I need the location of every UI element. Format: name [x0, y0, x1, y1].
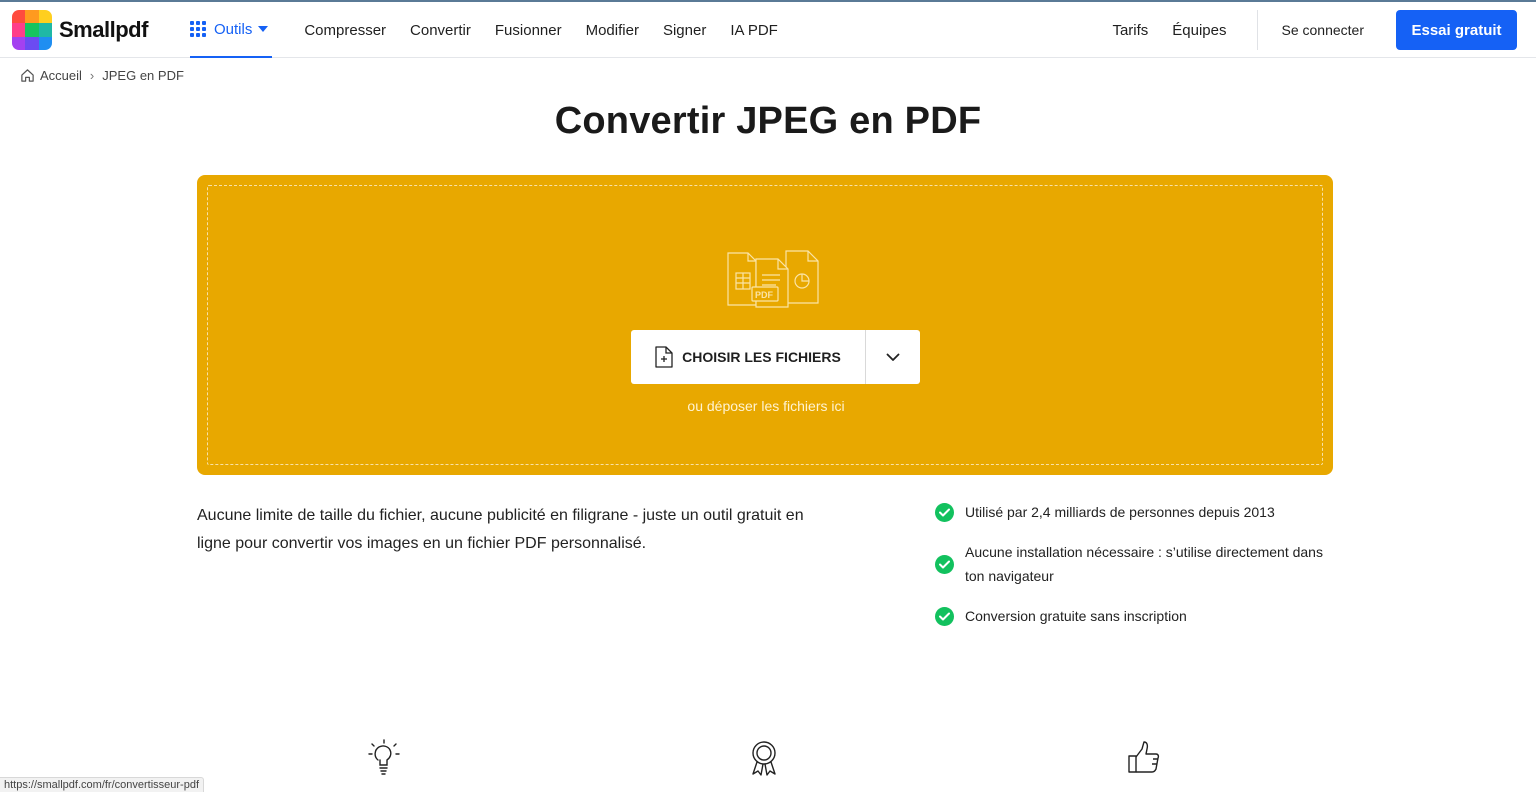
site-header: Smallpdf Outils Compresser Convertir Fus…: [0, 2, 1536, 58]
main-nav: Outils Compresser Convertir Fusionner Mo…: [190, 2, 778, 58]
login-link[interactable]: Se connecter: [1282, 22, 1365, 38]
tool-description: Aucune limite de taille du fichier, aucu…: [197, 507, 804, 552]
breadcrumb-home-link[interactable]: Accueil: [40, 68, 82, 83]
nav-link-signer[interactable]: Signer: [663, 22, 706, 39]
status-bar-url: https://smallpdf.com/fr/convertisseur-pd…: [0, 777, 205, 792]
choose-source-dropdown[interactable]: [866, 330, 919, 384]
breadcrumb-current: JPEG en PDF: [102, 68, 184, 83]
files-pdf-icon: PDF: [727, 250, 819, 308]
pricing-link[interactable]: Tarifs: [1112, 22, 1148, 39]
breadcrumb: Accueil › JPEG en PDF: [20, 68, 184, 83]
nav-link-compresser[interactable]: Compresser: [304, 22, 386, 39]
benefit-item: Conversion gratuite sans inscription: [935, 604, 1187, 628]
lightbulb-icon: [368, 739, 400, 775]
benefit-text: Utilisé par 2,4 milliards de personnes d…: [965, 504, 1275, 520]
check-icon: [935, 554, 954, 574]
nav-link-convertir[interactable]: Convertir: [410, 22, 471, 39]
benefit-text: Aucune installation nécessaire : s’utili…: [965, 544, 1323, 584]
teams-link[interactable]: Équipes: [1172, 22, 1226, 39]
check-icon: [935, 502, 954, 522]
thumbs-up-icon: [1128, 741, 1160, 773]
logo-mark-icon: [12, 10, 52, 50]
grid-icon: [190, 21, 206, 37]
chevron-down-icon: [886, 353, 899, 361]
choose-files-control: CHOISIR LES FICHIERS: [631, 330, 920, 384]
caret-down-icon: [258, 26, 269, 32]
pdf-badge: PDF: [755, 290, 774, 300]
benefit-item: Utilisé par 2,4 milliards de personnes d…: [935, 500, 1275, 524]
page-title: Convertir JPEG en PDF: [554, 100, 982, 142]
free-trial-button[interactable]: Essai gratuit: [1396, 10, 1517, 50]
choose-files-label: CHOISIR LES FICHIERS: [682, 349, 841, 365]
breadcrumb-separator: ›: [89, 68, 95, 83]
award-ribbon-icon: [752, 741, 776, 776]
add-file-icon: [655, 346, 673, 368]
choose-files-button[interactable]: CHOISIR LES FICHIERS: [631, 330, 866, 384]
drop-hint-text: ou déposer les fichiers ici: [687, 398, 845, 414]
nav-link-fusionner[interactable]: Fusionner: [495, 22, 562, 39]
right-nav: Tarifs Équipes Se connecter Essai gratui…: [1112, 2, 1536, 58]
file-dropzone[interactable]: PDF CHOISIR LES FICHIERS ou déposer les …: [197, 175, 1333, 475]
dropzone-dashed-border: PDF CHOISIR LES FICHIERS ou déposer les …: [207, 185, 1323, 465]
nav-divider: [1256, 10, 1258, 50]
nav-link-modifier[interactable]: Modifier: [586, 22, 639, 39]
nav-link-ia-pdf[interactable]: IA PDF: [730, 22, 778, 39]
check-icon: [935, 606, 954, 626]
benefit-item: Aucune installation nécessaire : s’utili…: [935, 540, 1325, 588]
tools-menu-button[interactable]: Outils: [190, 2, 273, 58]
tools-label: Outils: [214, 20, 253, 38]
home-icon: [21, 69, 34, 82]
benefit-text: Conversion gratuite sans inscription: [965, 608, 1187, 624]
logo-text: Smallpdf: [59, 17, 148, 42]
logo[interactable]: Smallpdf: [12, 10, 148, 50]
